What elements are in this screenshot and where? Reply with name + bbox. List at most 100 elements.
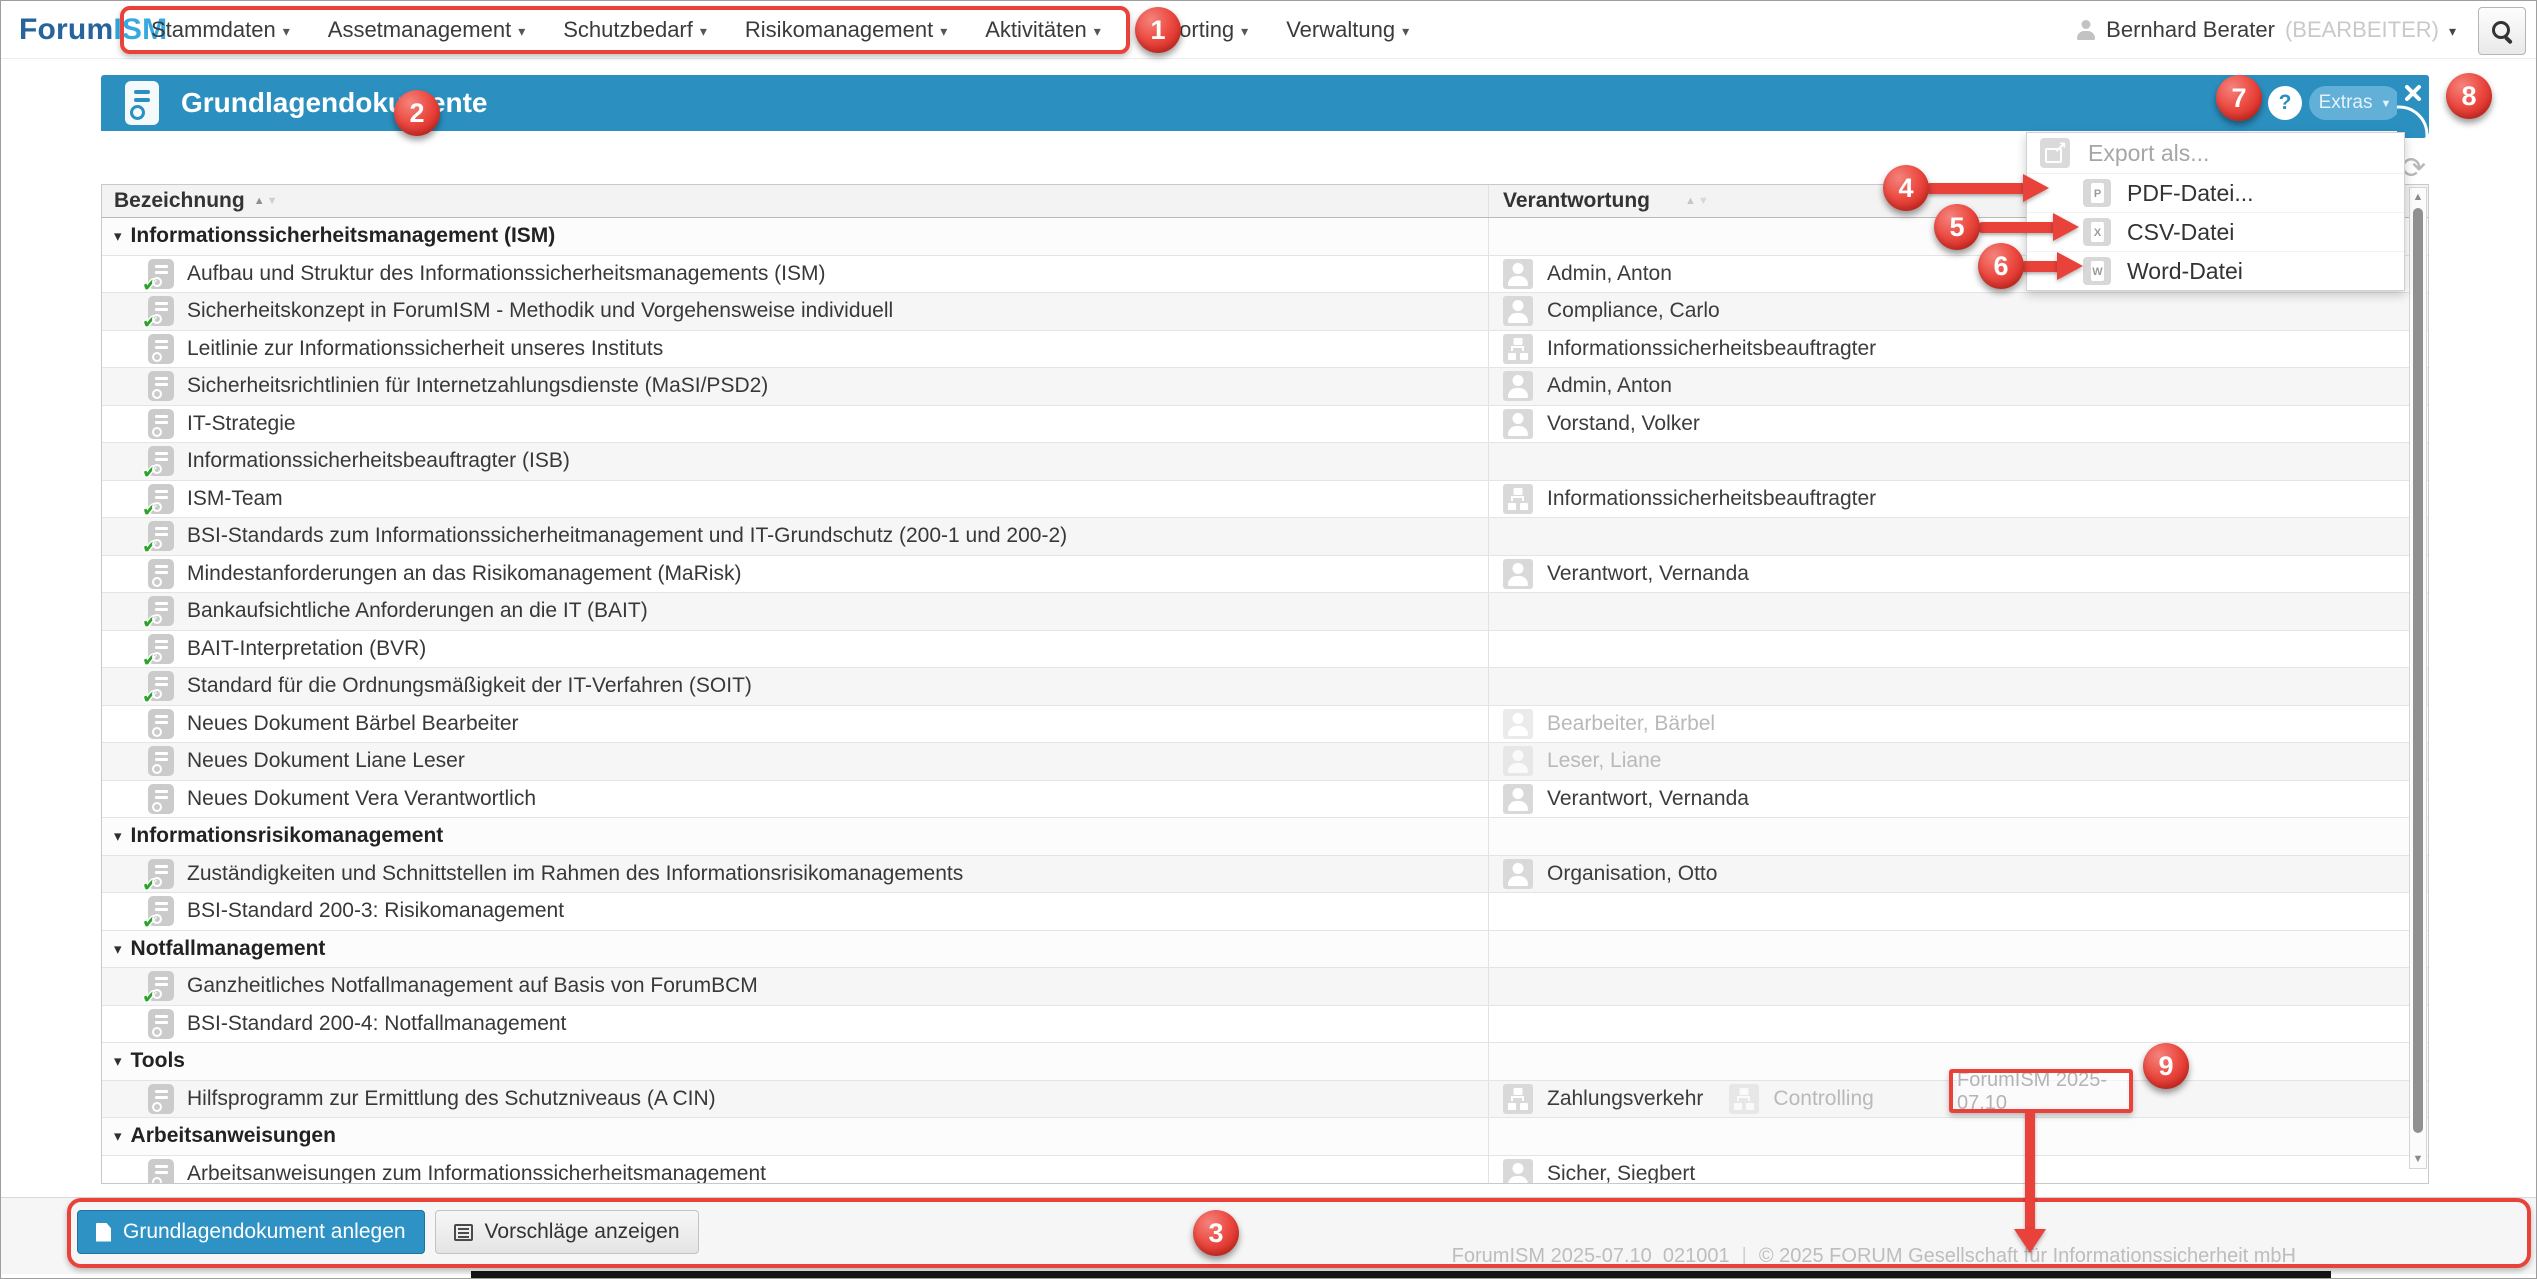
column-header-bezeichnung[interactable]: Bezeichnung ▲▼ bbox=[102, 185, 1488, 217]
table-row[interactable]: Arbeitsanweisungen zum Informationssiche… bbox=[102, 1156, 2428, 1185]
table-row[interactable]: ✔Sicherheitskonzept in ForumISM - Method… bbox=[102, 293, 2428, 331]
bezeichnung-cell: ✔Informationssicherheitsbeauftragter (IS… bbox=[102, 443, 1488, 480]
group-cell-empty bbox=[1488, 931, 2428, 968]
table-row[interactable]: ✔Bankaufsichtliche Anforderungen an die … bbox=[102, 593, 2428, 631]
collapse-triangle-icon[interactable]: ▾ bbox=[114, 1127, 122, 1145]
sort-icons: ▲▼ bbox=[254, 195, 278, 207]
table-row[interactable]: Neues Dokument Vera VerantwortlichVerant… bbox=[102, 781, 2428, 819]
export-menu-items: PPDF-Datei...XCSV-Datei W Word-Datei bbox=[2027, 173, 2404, 290]
document-icon: ✔ bbox=[148, 896, 174, 926]
bezeichnung-cell: ✔Sicherheitskonzept in ForumISM - Method… bbox=[102, 293, 1488, 330]
responsible-name: Organisation, Otto bbox=[1547, 862, 1717, 886]
table-row[interactable]: ✔Informationssicherheitsbeauftragter (IS… bbox=[102, 443, 2428, 481]
group-row-notfallmanagement[interactable]: ▾ Notfallmanagement bbox=[102, 931, 2428, 969]
group-cell: ▾Informationsrisikomanagement bbox=[102, 818, 1488, 855]
document-icon: ✔ bbox=[148, 859, 174, 889]
export-menu-header-label: Export als... bbox=[2088, 140, 2209, 167]
responsible-name: Leser, Liane bbox=[1547, 749, 1661, 773]
document-title: Sicherheitsrichtlinien für Internetzahlu… bbox=[187, 374, 768, 398]
check-icon: ✔ bbox=[142, 911, 158, 934]
extras-button[interactable]: Extras ▼ bbox=[2309, 86, 2401, 120]
document-icon: ✔ bbox=[148, 259, 174, 289]
document-icon: ✔ bbox=[148, 671, 174, 701]
orgunit-connector bbox=[1511, 496, 1524, 501]
responsible: Informationssicherheitsbeauftragter bbox=[1503, 334, 1876, 364]
annotation-arrow-6-shaft bbox=[2022, 261, 2059, 272]
responsible-name: Zahlungsverkehr bbox=[1547, 1087, 1703, 1111]
responsible-name: Vorstand, Volker bbox=[1547, 412, 1700, 436]
collapse-triangle-icon[interactable]: ▾ bbox=[114, 1052, 122, 1070]
table-row[interactable]: ✔BSI-Standards zum Informationssicherhei… bbox=[102, 518, 2428, 556]
responsible-name: Bearbeiter, Bärbel bbox=[1547, 712, 1715, 736]
scrollbar-thumb[interactable] bbox=[2413, 208, 2423, 1133]
panel-title-bar: Grundlagendokumente ? Extras ▼ bbox=[101, 75, 2429, 131]
table-row[interactable]: Sicherheitsrichtlinien für Internetzahlu… bbox=[102, 368, 2428, 406]
table-row[interactable]: ✔BSI-Standard 200-3: Risikomanagement bbox=[102, 893, 2428, 931]
table-row[interactable]: ✔ISM-TeamInformationssicherheitsbeauftra… bbox=[102, 481, 2428, 519]
scroll-document-icon bbox=[125, 81, 159, 125]
scroll-down-arrow-icon[interactable]: ▼ bbox=[2410, 1153, 2426, 1165]
annotation-badge-4: 4 bbox=[1883, 165, 1929, 211]
sort-asc-icon[interactable]: ▲ bbox=[1685, 195, 1696, 207]
vertical-scrollbar[interactable]: ▲ ▼ bbox=[2409, 187, 2427, 1169]
collapse-triangle-icon[interactable]: ▾ bbox=[114, 940, 122, 958]
user-name: Bernhard Berater bbox=[2106, 17, 2275, 43]
document-icon: ✔ bbox=[148, 521, 174, 551]
search-button[interactable] bbox=[2478, 7, 2526, 55]
sort-desc-icon[interactable]: ▼ bbox=[1698, 195, 1709, 207]
group-cell: ▾ Notfallmanagement bbox=[102, 931, 1488, 968]
chevron-down-icon: ▾ bbox=[1402, 23, 1409, 40]
user-menu[interactable]: Bernhard Berater (BEARBEITER) ▾ bbox=[2076, 1, 2456, 58]
annotation-badge-2: 2 bbox=[394, 90, 440, 136]
verantwortung-cell: Admin, Anton bbox=[1488, 368, 2428, 405]
table-row[interactable]: ✔BAIT-Interpretation (BVR) bbox=[102, 631, 2428, 669]
group-cell: ▾Arbeitsanweisungen bbox=[102, 1118, 1488, 1155]
responsible: Verantwort, Vernanda bbox=[1503, 784, 1749, 814]
group-label: Notfallmanagement bbox=[131, 937, 326, 961]
table-row[interactable]: ✔Standard für die Ordnungsmäßigkeit der … bbox=[102, 668, 2428, 706]
table-row[interactable]: Neues Dokument Liane LeserLeser, Liane bbox=[102, 743, 2428, 781]
bezeichnung-cell: Mindestanforderungen an das Risikomanage… bbox=[102, 556, 1488, 593]
table-row[interactable]: Mindestanforderungen an das Risikomanage… bbox=[102, 556, 2428, 594]
table-row[interactable]: IT-StrategieVorstand, Volker bbox=[102, 406, 2428, 444]
scroll-up-arrow-icon[interactable]: ▲ bbox=[2410, 191, 2426, 203]
bezeichnung-cell: Neues Dokument Bärbel Bearbeiter bbox=[102, 706, 1488, 743]
column-label: Verantwortung bbox=[1503, 189, 1650, 213]
document-icon bbox=[148, 1009, 174, 1039]
group-row-arbeitsanweisungen[interactable]: ▾Arbeitsanweisungen bbox=[102, 1118, 2428, 1156]
verantwortung-cell bbox=[1488, 893, 2428, 930]
group-row-informationsrisikomanagement[interactable]: ▾Informationsrisikomanagement bbox=[102, 818, 2428, 856]
menu-item-label: Word-Datei bbox=[2127, 258, 2243, 285]
user-role: (BEARBEITER) bbox=[2285, 17, 2439, 43]
annotation-badge-8: 8 bbox=[2446, 73, 2492, 119]
word-file-icon: W bbox=[2083, 257, 2111, 285]
document-title: Mindestanforderungen an das Risikomanage… bbox=[187, 562, 741, 586]
collapse-triangle-icon[interactable]: ▾ bbox=[114, 827, 122, 845]
document-title: Leitlinie zur Informationssicherheit uns… bbox=[187, 337, 663, 361]
menu-item-word-datei[interactable]: W Word-Datei bbox=[2027, 252, 2404, 290]
help-button[interactable]: ? bbox=[2268, 86, 2302, 120]
table-row[interactable]: Leitlinie zur Informationssicherheit uns… bbox=[102, 331, 2428, 369]
nav-item-label: Verwaltung bbox=[1286, 17, 1395, 43]
document-icon bbox=[148, 334, 174, 364]
close-panel-button[interactable] bbox=[2397, 75, 2429, 138]
group-label: Tools bbox=[131, 1049, 185, 1073]
sort-desc-icon[interactable]: ▼ bbox=[267, 195, 278, 207]
sort-asc-icon[interactable]: ▲ bbox=[254, 195, 265, 207]
responsible: Verantwort, Vernanda bbox=[1503, 559, 1749, 589]
collapse-triangle-icon[interactable]: ▾ bbox=[114, 227, 122, 245]
orgunit-connector bbox=[1511, 346, 1524, 351]
nav-item-verwaltung[interactable]: Verwaltung ▾ bbox=[1267, 1, 1428, 58]
group-cell-empty bbox=[1488, 818, 2428, 855]
menu-item-pdf-datei[interactable]: PPDF-Datei... bbox=[2027, 174, 2404, 213]
document-title: Aufbau und Struktur des Informationssich… bbox=[187, 262, 825, 286]
responsible-name: Compliance, Carlo bbox=[1547, 299, 1720, 323]
table-row[interactable]: BSI-Standard 200-4: Notfallmanagement bbox=[102, 1006, 2428, 1044]
document-icon bbox=[148, 371, 174, 401]
menu-item-csv-datei[interactable]: XCSV-Datei bbox=[2027, 213, 2404, 252]
table-row[interactable]: ✔Ganzheitliches Notfallmanagement auf Ba… bbox=[102, 968, 2428, 1006]
table-row[interactable]: Neues Dokument Bärbel Bearbeiter Bearbeit… bbox=[102, 706, 2428, 744]
menu-item-label: CSV-Datei bbox=[2127, 219, 2234, 246]
document-icon: ✔ bbox=[148, 971, 174, 1001]
table-row[interactable]: ✔Zuständigkeiten und Schnittstellen im R… bbox=[102, 856, 2428, 894]
